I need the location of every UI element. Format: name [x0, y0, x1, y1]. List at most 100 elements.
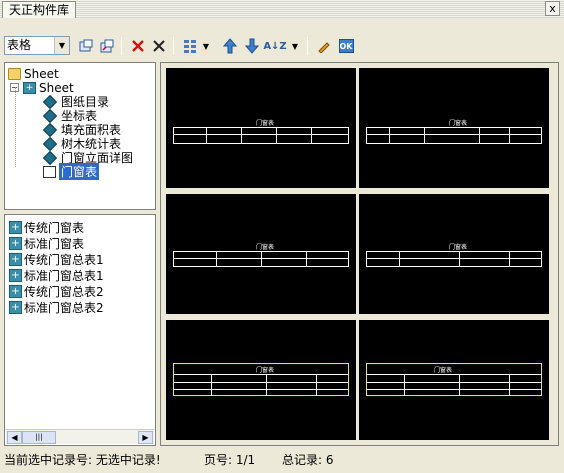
chevron-down-icon[interactable]: ▼	[200, 36, 212, 56]
tree-connector	[15, 87, 16, 167]
open-icon[interactable]	[76, 36, 96, 56]
list-item[interactable]: + 传统门窗总表2	[9, 283, 104, 299]
sort-icon[interactable]: A↓Z	[263, 36, 286, 56]
table-col	[479, 127, 480, 144]
window-title-tab[interactable]: 天正构件库	[2, 1, 77, 18]
toolbar-separator	[307, 37, 308, 55]
table-col	[509, 374, 510, 396]
list-item-label: 标准门窗总表2	[24, 300, 104, 315]
category-select-value: 表格	[7, 38, 32, 52]
delete-icon[interactable]	[149, 36, 169, 56]
preview-area[interactable]: 门窗表 门窗表 门窗表 门窗表 门窗表 门窗表	[160, 62, 559, 446]
title-bar: 天正构件库 x	[0, 0, 564, 18]
toolbar-separator	[173, 37, 174, 55]
item-icon	[42, 122, 58, 137]
thumbnail-title: 门窗表	[434, 367, 453, 374]
table-col	[276, 127, 277, 144]
category-tree[interactable]: Sheet − + Sheet 图纸目录 坐标表 填充面积表 树木统计表 门窗立…	[4, 62, 156, 210]
list-item-label: 传统门窗总表1	[24, 252, 104, 267]
table-col	[509, 251, 510, 267]
list-item[interactable]: + 标准门窗表	[9, 235, 84, 251]
table-icon: +	[9, 300, 22, 314]
table-col	[266, 374, 267, 396]
preview-thumbnail[interactable]: 门窗表	[166, 320, 356, 440]
preview-thumbnail[interactable]: 门窗表	[359, 194, 549, 314]
status-page: 页号: 1/1	[204, 453, 256, 467]
preview-thumbnail[interactable]: 门窗表	[359, 68, 549, 188]
scroll-right-icon[interactable]: ▶	[138, 431, 153, 444]
open-folder-icon	[43, 165, 56, 178]
tree-root-label: Sheet	[24, 66, 59, 81]
chevron-down-icon[interactable]: ▼	[54, 37, 69, 54]
table-col	[459, 251, 460, 267]
table-rule	[366, 382, 542, 383]
toolbar: 表格 ▼ ▼ A↓Z ▼ OK	[0, 19, 564, 61]
toolbar-separator	[121, 37, 122, 55]
thumbnail-frame	[366, 363, 542, 396]
table-rule	[173, 134, 349, 135]
table-col	[424, 127, 425, 144]
ok-label: OK	[338, 39, 354, 53]
table-col	[316, 374, 317, 396]
table-col	[306, 251, 307, 267]
table-rule	[366, 389, 542, 390]
status-total: 总记录: 6	[282, 453, 334, 467]
item-icon	[42, 150, 58, 165]
thumbnail-title: 门窗表	[449, 120, 468, 127]
scroll-thumb[interactable]: |||	[22, 431, 56, 444]
preview-thumbnail[interactable]: 门窗表	[359, 320, 549, 440]
table-rule	[173, 374, 349, 375]
table-col	[509, 127, 510, 144]
thumbnail-title: 门窗表	[256, 367, 275, 374]
tree-root[interactable]: Sheet	[8, 66, 59, 81]
item-icon	[42, 136, 58, 151]
item-icon	[42, 108, 58, 123]
table-rule	[366, 374, 542, 375]
list-item[interactable]: + 标准门窗总表1	[9, 267, 104, 283]
table-icon: +	[9, 220, 22, 234]
ok-icon[interactable]: OK	[336, 36, 356, 56]
table-col	[216, 251, 217, 267]
table-col	[206, 127, 207, 144]
table-col	[389, 127, 390, 144]
thumbnail-title: 门窗表	[256, 120, 275, 127]
sheet-icon: +	[23, 81, 36, 94]
table-icon: +	[9, 252, 22, 266]
chevron-down-icon[interactable]: ▼	[289, 36, 301, 56]
preview-thumbnail[interactable]: 门窗表	[166, 194, 356, 314]
list-item[interactable]: + 传统门窗表	[9, 219, 84, 235]
tree-item-label: 门窗表	[59, 163, 100, 180]
list-item-label: 传统门窗总表2	[24, 284, 104, 299]
edit-icon[interactable]	[314, 36, 334, 56]
table-col	[399, 251, 400, 267]
view-mode-icon[interactable]	[180, 36, 200, 56]
thumbnail-title: 门窗表	[256, 244, 275, 251]
move-down-icon[interactable]	[242, 36, 262, 56]
table-rule	[366, 258, 542, 259]
table-col	[261, 251, 262, 267]
table-col	[211, 374, 212, 396]
thumbnail-table	[173, 127, 349, 144]
table-col	[311, 127, 312, 144]
close-button[interactable]: x	[545, 1, 560, 16]
saveas-icon[interactable]	[97, 36, 117, 56]
item-icon	[42, 94, 58, 109]
scroll-left-icon[interactable]: ◀	[7, 431, 22, 444]
list-item[interactable]: + 传统门窗总表1	[9, 251, 104, 267]
list-item-label: 标准门窗总表1	[24, 268, 104, 283]
status-current-record: 当前选中记录号: 无选中记录!	[4, 453, 161, 467]
horizontal-scrollbar[interactable]: ◀ ||| ▶	[6, 429, 154, 444]
category-select[interactable]: 表格 ▼	[4, 36, 70, 55]
table-col	[404, 374, 405, 396]
move-up-icon[interactable]	[220, 36, 240, 56]
list-item-label: 传统门窗表	[24, 220, 85, 235]
delete-red-icon[interactable]	[128, 36, 148, 56]
table-col	[459, 374, 460, 396]
table-rule	[173, 389, 349, 390]
preview-thumbnail[interactable]: 门窗表	[166, 68, 356, 188]
template-list[interactable]: + 传统门窗表 + 标准门窗表 + 传统门窗总表1 + 标准门窗总表1 + 传统门窗总表2…	[4, 214, 156, 446]
folder-icon	[8, 67, 21, 80]
table-col	[241, 127, 242, 144]
tree-item-selected[interactable]: 门窗表	[43, 163, 100, 180]
list-item[interactable]: + 标准门窗总表2	[9, 299, 104, 315]
